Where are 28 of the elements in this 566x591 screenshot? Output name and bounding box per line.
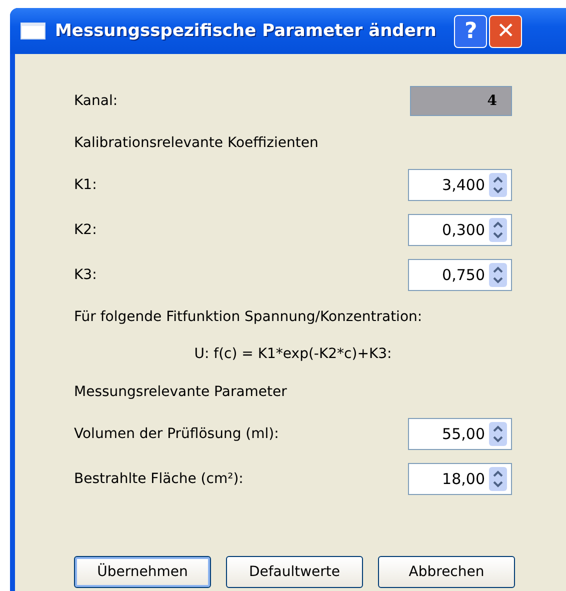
- spin-arrows-icon[interactable]: [489, 466, 507, 490]
- close-button[interactable]: ✕: [489, 14, 522, 48]
- spin-field[interactable]: 18,00: [408, 462, 512, 494]
- field-label: Bestrahlte Fläche (cm²):: [74, 470, 244, 486]
- section-label: Messungsrelevante Parameter: [74, 384, 287, 400]
- dialog-button[interactable]: Übernehmen: [74, 556, 211, 588]
- spin-field[interactable]: 55,00: [408, 418, 512, 450]
- section-label: Für folgende Fitfunktion Spannung/Konzentration:: [74, 308, 422, 324]
- dialog-button[interactable]: Abbrechen: [378, 556, 515, 588]
- section-label: Kalibrationsrelevante Koeffizienten: [74, 134, 318, 150]
- window-title: Messungsspezifische Parameter ändern: [55, 21, 436, 41]
- field-label: Volumen der Prüflösung (ml):: [74, 426, 279, 442]
- spin-field[interactable]: 3,400: [408, 168, 512, 200]
- spin-field[interactable]: 0,300: [408, 214, 512, 246]
- field-label: K3:: [74, 266, 97, 282]
- channel-label: Kanal:: [74, 92, 118, 108]
- formula-text: U: f(c) = K1*exp(-K2*c)+K3:: [194, 346, 392, 362]
- spin-field[interactable]: 0,750: [408, 258, 512, 290]
- spin-arrows-icon[interactable]: [489, 172, 507, 196]
- spin-arrows-icon[interactable]: [489, 422, 507, 446]
- field-label: K2:: [74, 222, 97, 238]
- field-label: K1:: [74, 176, 97, 192]
- help-button[interactable]: ?: [454, 14, 488, 48]
- spin-arrows-icon[interactable]: [489, 218, 507, 242]
- window-icon: [20, 22, 46, 40]
- channel-field: 4: [410, 86, 512, 116]
- spin-arrows-icon[interactable]: [489, 262, 507, 286]
- dialog-button[interactable]: Defaultwerte: [226, 556, 363, 588]
